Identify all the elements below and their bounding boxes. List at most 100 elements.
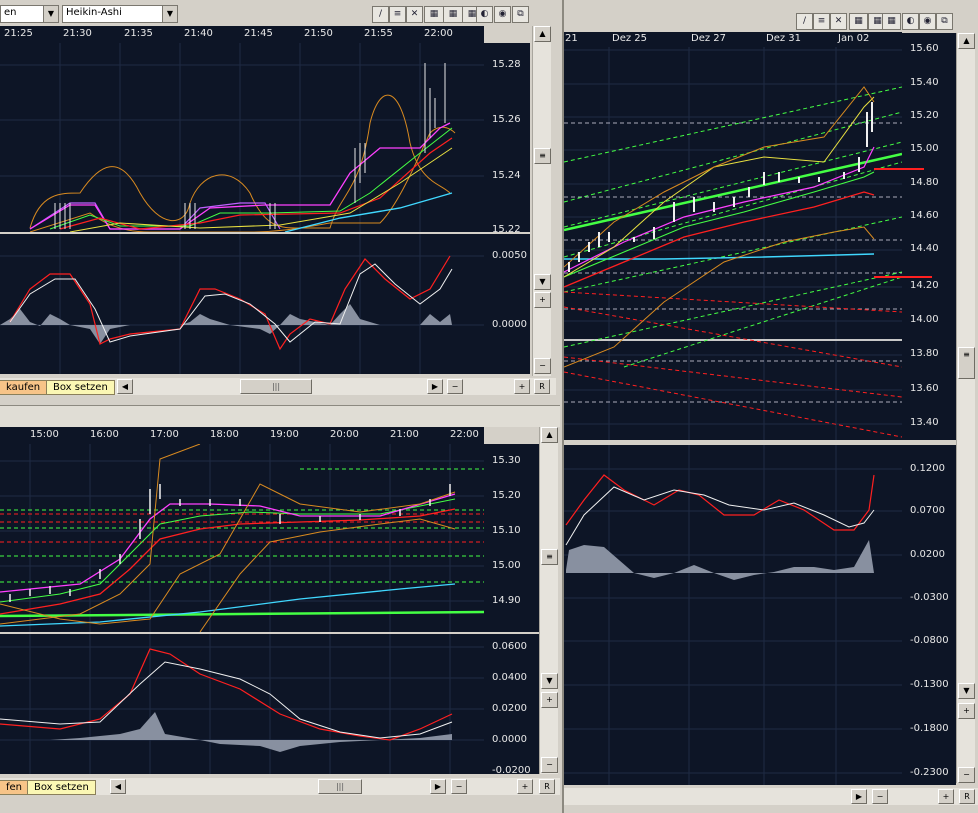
osc-tick: 0.0200	[910, 549, 945, 560]
chart-window-daily: / ≡ ✕ ▦ ▦ ▦ ◐ ◉ ⧉ 21 Dez 25 Dez 27 Dez 3…	[562, 0, 978, 813]
zoom-out-button[interactable]: −	[534, 358, 551, 374]
float-window-icon[interactable]: ⧉	[512, 6, 529, 23]
vertical-scrollbar[interactable]: ▲ ≡ ▼ + −	[539, 427, 558, 774]
reset-button[interactable]: R	[539, 779, 555, 794]
delete-tool-icon[interactable]: ✕	[830, 13, 847, 30]
zoom-out-button[interactable]: −	[447, 379, 463, 394]
scroll-up-button[interactable]: ▲	[534, 26, 551, 42]
oscillator-plot[interactable]	[564, 445, 902, 785]
scroll-left-button[interactable]: ◀	[110, 779, 126, 794]
scroll-up-button[interactable]: ▲	[541, 427, 558, 443]
settings-icon[interactable]: ◉	[919, 13, 936, 30]
osc-tick: -0.0800	[910, 635, 949, 646]
scroll-right-button[interactable]: ▶	[427, 379, 443, 394]
instrument-combo[interactable]: en ▼	[0, 5, 59, 23]
time-tick: 18:00	[210, 429, 239, 440]
price-plot[interactable]	[0, 444, 484, 632]
bottom-bar: ▶ − + R	[564, 788, 978, 805]
settings-icon[interactable]: ◐	[902, 13, 919, 30]
grid-icon[interactable]: ▦	[882, 13, 901, 30]
scroll-right-button[interactable]: ▶	[851, 789, 867, 804]
oscillator-plot[interactable]	[0, 234, 484, 374]
time-tick: 22:00	[450, 429, 479, 440]
scroll-left-button[interactable]: ◀	[117, 379, 133, 394]
scroll-up-button[interactable]: ▲	[958, 33, 975, 49]
instrument-combo-value: en	[4, 7, 17, 18]
time-tick: 21:55	[364, 28, 393, 39]
price-tick: 14.90	[492, 595, 521, 606]
zoom-in-button[interactable]: +	[541, 692, 558, 708]
chevron-down-icon[interactable]: ▼	[43, 6, 58, 22]
time-axis: 21:25 21:30 21:35 21:40 21:45 21:50 21:5…	[0, 26, 484, 43]
window-separator	[0, 405, 560, 428]
zoom-out-button[interactable]: −	[451, 779, 467, 794]
horizontal-scroll-thumb[interactable]: |||	[240, 379, 312, 394]
time-tick: 21:25	[4, 28, 33, 39]
pencil-icon[interactable]: /	[796, 13, 813, 30]
price-plot-svg	[0, 43, 484, 232]
sell-button[interactable]: kaufen	[0, 380, 48, 395]
vertical-scrollbar[interactable]: ▲ ≡ ▼ + −	[956, 33, 975, 783]
price-plot-svg	[564, 47, 902, 440]
osc-tick: 0.0700	[910, 505, 945, 516]
price-tick: 15.40	[910, 77, 939, 88]
osc-tick: -0.2300	[910, 767, 949, 778]
scroll-thumb[interactable]: ≡	[541, 549, 558, 565]
zoom-in-button[interactable]: +	[514, 379, 530, 394]
vertical-scrollbar[interactable]: ▲ ≡ ▼ + −	[532, 26, 551, 376]
time-axis: 21 Dez 25 Dez 27 Dez 31 Jan 02	[564, 32, 902, 47]
chart-type-combo[interactable]: Heikin-Ashi ▼	[62, 5, 178, 23]
osc-tick: 0.0050	[492, 250, 527, 261]
osc-tick: 0.0400	[492, 672, 527, 683]
grid-icon[interactable]: ▦	[443, 6, 463, 23]
osc-tick: -0.0200	[492, 765, 531, 776]
price-plot[interactable]	[0, 43, 484, 232]
oscillator-axis: 0.0050 0.0000	[484, 234, 530, 374]
zoom-in-button[interactable]: +	[938, 789, 954, 804]
time-tick: Dez 25	[612, 33, 648, 44]
reset-button[interactable]: R	[959, 789, 975, 804]
bottom-bar: kaufen Box setzen ◀ ||| ▶ − + R	[0, 378, 556, 395]
price-tick: 15.10	[492, 525, 521, 536]
scroll-thumb[interactable]: ≡	[958, 347, 975, 379]
scroll-thumb[interactable]: ≡	[534, 148, 551, 164]
zoom-in-button[interactable]: +	[534, 292, 551, 308]
price-plot[interactable]	[564, 47, 902, 440]
box-setzen-button[interactable]: Box setzen	[27, 780, 96, 795]
price-tick: 13.40	[910, 417, 939, 428]
settings-icon[interactable]: ◐	[476, 6, 493, 23]
grid-icon[interactable]: ▦	[849, 13, 868, 30]
sell-button[interactable]: fen	[0, 780, 30, 795]
scroll-down-button[interactable]: ▼	[534, 274, 551, 290]
zoom-out-button[interactable]: −	[958, 767, 975, 783]
chevron-down-icon[interactable]: ▼	[162, 6, 177, 22]
price-axis: 15.28 15.26 15.24 15.22	[484, 43, 530, 235]
tools-icon[interactable]: ≡	[813, 13, 830, 30]
horizontal-scroll-thumb[interactable]: |||	[318, 779, 362, 794]
zoom-out-button[interactable]: −	[872, 789, 888, 804]
price-axis: 15.30 15.20 15.10 15.00 14.90	[484, 444, 539, 632]
price-marker-line	[874, 168, 924, 170]
grid-icon[interactable]: ▦	[424, 6, 444, 23]
oscillator-axis: 0.0600 0.0400 0.0200 0.0000 -0.0200	[484, 634, 539, 776]
scroll-right-button[interactable]: ▶	[430, 779, 446, 794]
time-tick: 21:40	[184, 28, 213, 39]
zoom-in-button[interactable]: +	[517, 779, 533, 794]
float-window-icon[interactable]: ⧉	[936, 13, 953, 30]
chart-window-intraday-5min: en ▼ Heikin-Ashi ▼ / ≡ ✕ ▦ ▦ ▦ ◐ ◉ ⧉ 21:…	[0, 0, 556, 405]
zoom-out-button[interactable]: −	[541, 757, 558, 773]
tools-icon[interactable]: ≡	[389, 6, 406, 23]
scroll-down-button[interactable]: ▼	[958, 683, 975, 699]
delete-tool-icon[interactable]: ✕	[406, 6, 423, 23]
pencil-icon[interactable]: /	[372, 6, 389, 23]
zoom-in-button[interactable]: +	[958, 703, 975, 719]
time-tick: Jan 02	[838, 33, 870, 44]
osc-tick: 0.0200	[492, 703, 527, 714]
price-tick: 13.60	[910, 383, 939, 394]
box-setzen-button[interactable]: Box setzen	[46, 380, 115, 395]
scroll-down-button[interactable]: ▼	[541, 673, 558, 689]
reset-button[interactable]: R	[534, 379, 550, 394]
oscillator-plot[interactable]	[0, 634, 484, 774]
time-tick: 21:35	[124, 28, 153, 39]
settings-icon[interactable]: ◉	[494, 6, 511, 23]
